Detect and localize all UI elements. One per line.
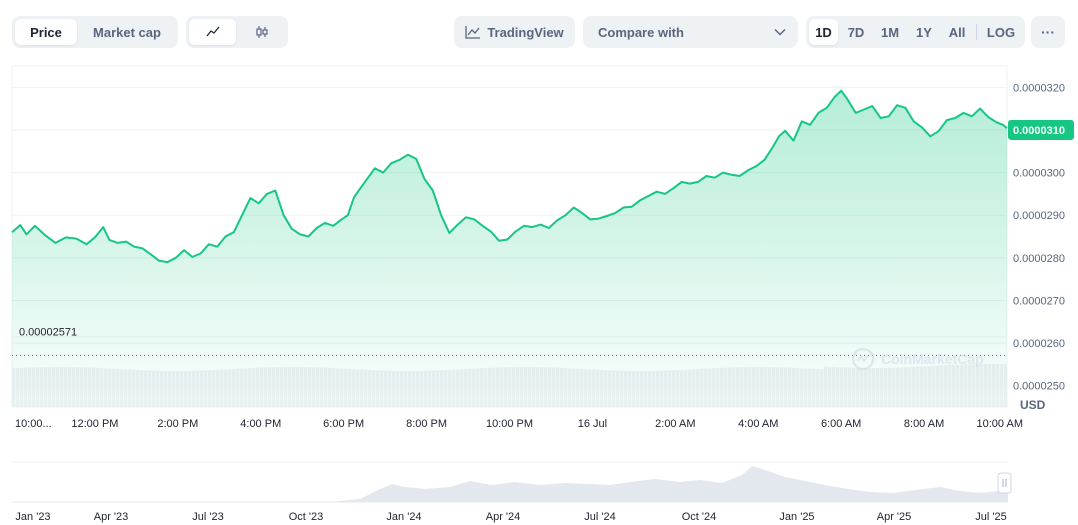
price-chart: 0.00002571 CoinMarketCap 0.0000320 0.0000… bbox=[11, 65, 1074, 430]
x-tick-label: 4:00 PM bbox=[240, 418, 281, 430]
navigator-x-tick-label: Jan '24 bbox=[386, 511, 421, 523]
price-area-fill bbox=[12, 90, 1007, 407]
x-tick-label: 6:00 PM bbox=[323, 418, 364, 430]
navigator-x-tick-label: Apr '24 bbox=[486, 511, 521, 523]
x-tick-label: 8:00 PM bbox=[406, 418, 447, 430]
navigator-x-tick-label: Jul '23 bbox=[192, 511, 223, 523]
x-tick-label: 10:00... bbox=[15, 418, 52, 430]
low-price-label: 0.00002571 bbox=[19, 326, 77, 338]
y-tick-label: 0.0000250 bbox=[1013, 381, 1065, 393]
navigator-area bbox=[12, 466, 1008, 502]
x-tick-label: 8:00 AM bbox=[904, 418, 944, 430]
x-tick-label: 2:00 AM bbox=[655, 418, 695, 430]
watermark-text: CoinMarketCap bbox=[881, 351, 984, 367]
navigator-x-tick-label: Jul '25 bbox=[975, 511, 1006, 523]
navigator-x-tick-label: Apr '23 bbox=[94, 511, 129, 523]
current-price-label: 0.0000310 bbox=[1013, 125, 1065, 137]
y-tick-label: 0.0000270 bbox=[1013, 295, 1065, 307]
x-tick-label: 4:00 AM bbox=[738, 418, 778, 430]
x-tick-label: 12:00 PM bbox=[71, 418, 118, 430]
y-tick-label: 0.0000260 bbox=[1013, 338, 1065, 350]
y-tick-label: 0.0000320 bbox=[1013, 82, 1065, 94]
x-tick-label: 16 Jul bbox=[578, 418, 607, 430]
navigator-handle[interactable] bbox=[997, 472, 1012, 494]
x-tick-label: 10:00 PM bbox=[486, 418, 533, 430]
navigator-x-tick-label: Jan '25 bbox=[779, 511, 814, 523]
x-tick-label: 2:00 PM bbox=[157, 418, 198, 430]
y-tick-label: 0.0000280 bbox=[1013, 253, 1065, 265]
x-tick-label: 10:00 AM bbox=[977, 418, 1023, 430]
navigator-x-tick-label: Apr '25 bbox=[877, 511, 912, 523]
navigator-x-tick-label: Oct '24 bbox=[682, 511, 717, 523]
y-tick-label: 0.0000300 bbox=[1013, 168, 1065, 180]
navigator-x-tick-label: Jan '23 bbox=[15, 511, 50, 523]
currency-label: USD bbox=[1020, 398, 1046, 412]
x-tick-label: 6:00 AM bbox=[821, 418, 861, 430]
y-tick-label: 0.0000290 bbox=[1013, 210, 1065, 222]
navigator-x-tick-label: Jul '24 bbox=[584, 511, 615, 523]
navigator-x-tick-label: Oct '23 bbox=[289, 511, 324, 523]
